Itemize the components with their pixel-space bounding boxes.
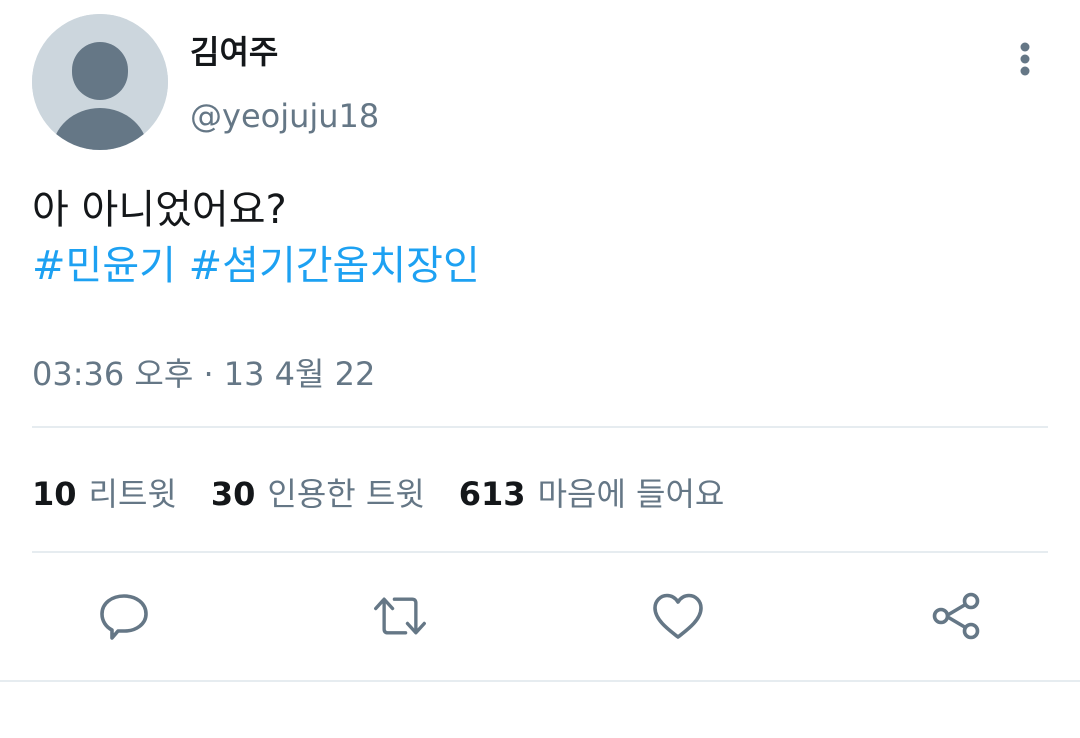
quote-count-link[interactable]: 30 인용한 트윗 [211, 472, 425, 516]
retweet-button[interactable] [372, 588, 428, 644]
divider [32, 426, 1048, 428]
share-button[interactable] [928, 588, 984, 644]
divider [0, 680, 1080, 682]
reply-icon [100, 594, 148, 640]
stat-count: 10 [32, 475, 77, 513]
tweet-hashtags: #민윤기 #셤기간옵치장인 [32, 238, 480, 294]
retweet-count-link[interactable]: 10 리트윗 [32, 472, 177, 516]
more-vertical-icon [1020, 42, 1030, 76]
like-button[interactable] [650, 588, 706, 644]
heart-icon [653, 593, 703, 639]
tweet-body: 아 아니었어요? [32, 187, 287, 233]
stat-label: 마음에 들어요 [537, 475, 725, 513]
stat-count: 30 [210, 475, 256, 513]
user-handle[interactable]: @yeojuju18 [190, 94, 379, 138]
share-icon [932, 592, 980, 640]
default-avatar-icon [32, 14, 168, 150]
display-name[interactable]: 김여주 [190, 30, 278, 74]
like-count-link[interactable]: 613 마음에 들어요 [459, 472, 725, 516]
divider [32, 551, 1048, 553]
stat-label: 리트윗 [88, 475, 177, 513]
hashtag-link[interactable]: #민윤기 [32, 243, 176, 289]
tweet-text: 아 아니었어요? #민윤기 #셤기간옵치장인 [32, 182, 480, 294]
tweet-stats: 10 리트윗 30 인용한 트윗 613 마음에 들어요 [32, 472, 724, 516]
hashtag-link[interactable]: #셤기간옵치장인 [189, 243, 480, 289]
stat-label: 인용한 트윗 [267, 475, 425, 513]
more-options-button[interactable] [1002, 36, 1048, 82]
retweet-icon [374, 597, 426, 635]
stat-count: 613 [458, 475, 526, 513]
reply-button[interactable] [96, 588, 152, 644]
tweet-timestamp[interactable]: 03:36 오후 · 13 4월 22 [32, 352, 375, 396]
avatar[interactable] [32, 14, 168, 150]
